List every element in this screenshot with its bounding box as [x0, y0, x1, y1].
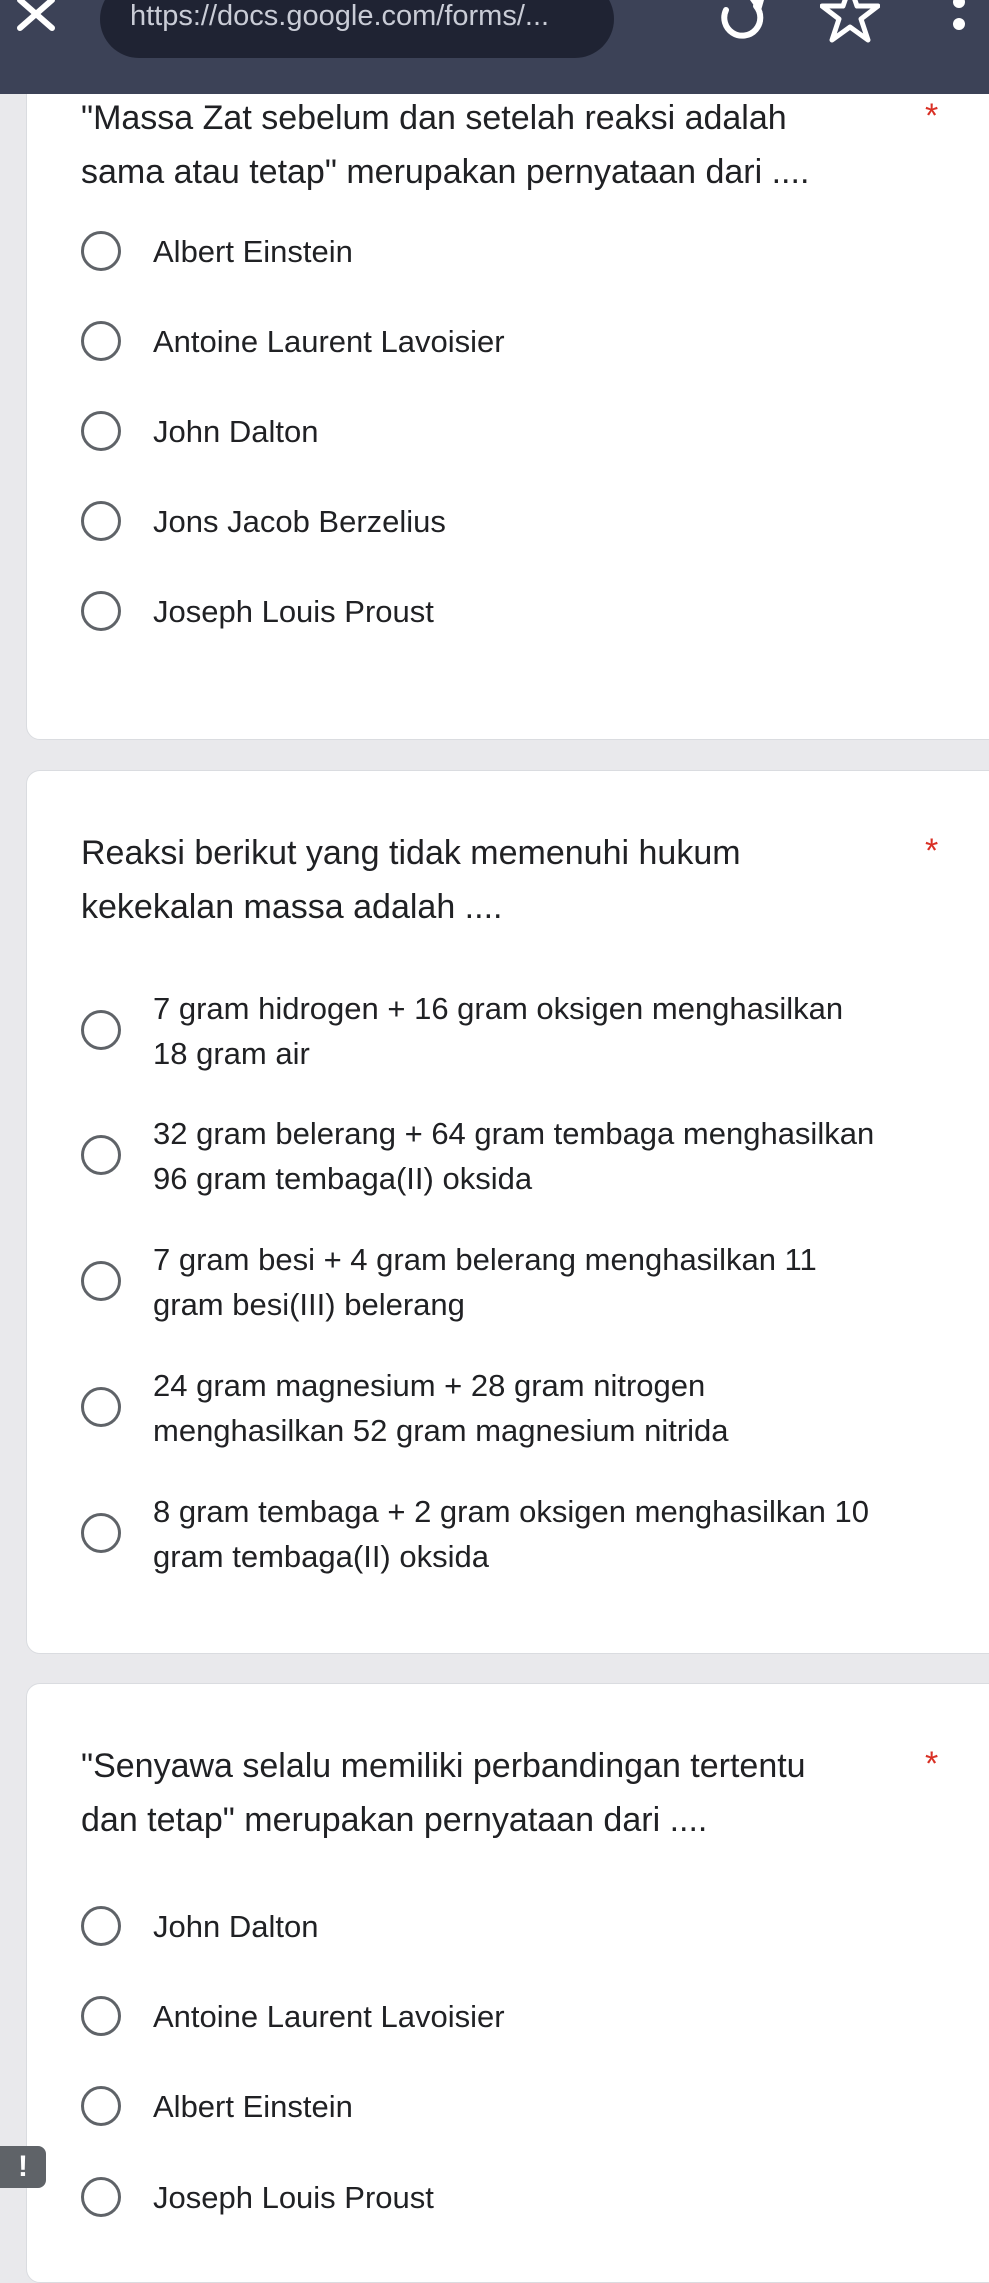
option-label: Joseph Louis Proust	[153, 594, 434, 629]
radio-option[interactable]: 7 gram besi + 4 gram belerang menghasilk…	[81, 1237, 981, 1327]
option-label-line: 96 gram tembaga(II) oksida	[153, 1161, 533, 1196]
radio-button[interactable]	[81, 591, 121, 631]
radio-button[interactable]	[81, 1135, 121, 1175]
question-title-line: Reaksi berikut yang tidak memenuhi hukum	[81, 834, 741, 872]
radio-button[interactable]	[81, 1010, 121, 1050]
option-label-line: gram tembaga(II) oksida	[153, 1539, 489, 1574]
radio-button[interactable]	[81, 1906, 121, 1946]
question-card-1: "Massa Zat sebelum dan setelah reaksi ad…	[26, 0, 989, 740]
browser-toolbar: https://docs.google.com/forms/...	[0, 0, 989, 94]
radio-option[interactable]: 8 gram tembaga + 2 gram oksigen menghasi…	[81, 1489, 981, 1579]
option-label-line: 18 gram air	[153, 1036, 310, 1071]
radio-button[interactable]	[81, 1261, 121, 1301]
question-title: "Senyawa selalu memiliki perbandingan te…	[81, 1739, 881, 1847]
radio-option[interactable]: Joseph Louis Proust	[81, 581, 981, 641]
radio-option[interactable]: 32 gram belerang + 64 gram tembaga mengh…	[81, 1111, 981, 1201]
question-title-line: "Senyawa selalu memiliki perbandingan te…	[81, 1747, 806, 1785]
required-asterisk: *	[925, 97, 939, 135]
url-text: https://docs.google.com/forms/...	[130, 0, 550, 32]
question-card-2: Reaksi berikut yang tidak memenuhi hukum…	[26, 770, 989, 1654]
option-label: Albert Einstein	[153, 234, 353, 269]
option-label: John Dalton	[153, 1909, 319, 1944]
question-card-3: "Senyawa selalu memiliki perbandingan te…	[26, 1683, 989, 2283]
radio-button[interactable]	[81, 1387, 121, 1427]
radio-option[interactable]: Albert Einstein	[81, 2076, 981, 2136]
question-title-line: "Massa Zat sebelum dan setelah reaksi ad…	[81, 99, 787, 137]
radio-button[interactable]	[81, 2177, 121, 2217]
question-title-line: kekekalan massa adalah ....	[81, 888, 503, 926]
radio-button[interactable]	[81, 321, 121, 361]
option-label: Albert Einstein	[153, 2089, 353, 2124]
option-label-line: 32 gram belerang + 64 gram tembaga mengh…	[153, 1116, 875, 1151]
radio-option[interactable]: Joseph Louis Proust	[81, 2167, 981, 2227]
option-label-line: 24 gram magnesium + 28 gram nitrogen	[153, 1368, 706, 1403]
radio-button[interactable]	[81, 1513, 121, 1553]
more-vert-icon[interactable]	[944, 0, 974, 44]
radio-option[interactable]: John Dalton	[81, 401, 981, 461]
radio-option[interactable]: Antoine Laurent Lavoisier	[81, 1986, 981, 2046]
required-asterisk: *	[925, 832, 939, 870]
option-label-line: 8 gram tembaga + 2 gram oksigen menghasi…	[153, 1494, 869, 1529]
question-title: "Massa Zat sebelum dan setelah reaksi ad…	[81, 91, 881, 199]
option-label: Antoine Laurent Lavoisier	[153, 324, 505, 359]
radio-option[interactable]: 7 gram hidrogen + 16 gram oksigen mengha…	[81, 986, 981, 1076]
option-label-line: 7 gram hidrogen + 16 gram oksigen mengha…	[153, 991, 844, 1026]
close-icon[interactable]	[8, 0, 68, 40]
option-label: Antoine Laurent Lavoisier	[153, 1999, 505, 2034]
radio-option[interactable]: Jons Jacob Berzelius	[81, 491, 981, 551]
radio-option[interactable]: Antoine Laurent Lavoisier	[81, 311, 981, 371]
radio-button[interactable]	[81, 231, 121, 271]
required-asterisk: *	[925, 1745, 939, 1783]
star-icon[interactable]	[819, 0, 881, 44]
feedback-icon[interactable]: !	[0, 2146, 46, 2188]
option-label: Joseph Louis Proust	[153, 2180, 434, 2215]
question-title-line: dan tetap" merupakan pernyataan dari ...…	[81, 1801, 708, 1839]
address-bar[interactable]: https://docs.google.com/forms/...	[100, 0, 614, 58]
radio-button[interactable]	[81, 1996, 121, 2036]
reload-icon[interactable]	[712, 0, 768, 40]
option-label-line: 7 gram besi + 4 gram belerang menghasilk…	[153, 1242, 817, 1277]
radio-button[interactable]	[81, 501, 121, 541]
radio-button[interactable]	[81, 411, 121, 451]
question-title: Reaksi berikut yang tidak memenuhi hukum…	[81, 826, 881, 934]
option-label: Jons Jacob Berzelius	[153, 504, 446, 539]
radio-option[interactable]: 24 gram magnesium + 28 gram nitrogen men…	[81, 1363, 981, 1453]
radio-option[interactable]: John Dalton	[81, 1896, 981, 1956]
question-title-line: sama atau tetap" merupakan pernyataan da…	[81, 153, 810, 191]
radio-button[interactable]	[81, 2086, 121, 2126]
option-label-line: gram besi(III) belerang	[153, 1287, 465, 1322]
option-label: John Dalton	[153, 414, 319, 449]
radio-option[interactable]: Albert Einstein	[81, 221, 981, 281]
option-label-line: menghasilkan 52 gram magnesium nitrida	[153, 1413, 729, 1448]
